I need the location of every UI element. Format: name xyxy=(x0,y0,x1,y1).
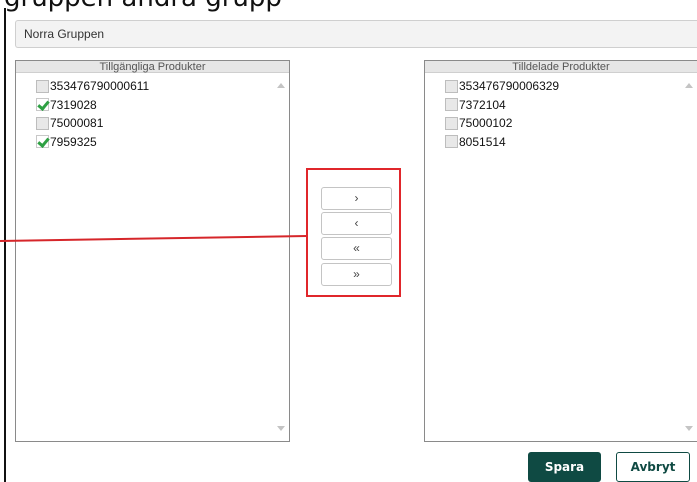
product-label: 353476790000611 xyxy=(50,79,150,94)
checkbox[interactable] xyxy=(36,116,49,130)
list-item[interactable]: 75000102 xyxy=(445,114,697,133)
scroll-down-icon[interactable] xyxy=(277,426,285,431)
assigned-products-panel[interactable]: Tilldelade Produkter 353476790006329 737… xyxy=(424,60,697,442)
scroll-up-icon[interactable] xyxy=(277,83,285,88)
available-products-header: Tillgängliga Produkter xyxy=(16,61,289,73)
cancel-button[interactable]: Avbryt xyxy=(616,452,690,482)
checkbox[interactable] xyxy=(445,116,458,130)
checkbox-checked[interactable] xyxy=(36,135,49,149)
product-label: 8051514 xyxy=(459,134,506,149)
checkbox-checked[interactable] xyxy=(36,98,49,112)
group-name-field[interactable]: Norra Gruppen xyxy=(15,20,697,48)
move-right-button[interactable]: › xyxy=(321,187,392,210)
move-all-left-button[interactable]: « xyxy=(321,237,392,260)
available-products-panel[interactable]: Tillgängliga Produkter 353476790000611 7… xyxy=(15,60,290,442)
product-label: 75000102 xyxy=(459,116,513,131)
dialog-left-border xyxy=(4,8,6,482)
checkbox[interactable] xyxy=(445,79,458,93)
list-item[interactable]: 353476790000611 xyxy=(36,77,289,96)
list-item[interactable]: 8051514 xyxy=(445,133,697,152)
available-products-list: 353476790000611 7319028 75000081 7959325 xyxy=(16,73,289,151)
page-heading: gruppen ändra grupp xyxy=(0,0,697,12)
checkbox[interactable] xyxy=(36,79,49,93)
list-item[interactable]: 75000081 xyxy=(36,114,289,133)
save-button[interactable]: Spara xyxy=(528,452,601,482)
move-all-right-button[interactable]: » xyxy=(321,263,392,286)
scroll-up-icon[interactable] xyxy=(685,83,693,88)
product-label: 75000081 xyxy=(50,116,104,131)
checkbox[interactable] xyxy=(445,135,458,149)
assigned-products-list: 353476790006329 7372104 75000102 8051514 xyxy=(425,73,697,151)
list-item[interactable]: 7372104 xyxy=(445,96,697,115)
list-item[interactable]: 7319028 xyxy=(36,96,289,115)
assigned-products-header: Tilldelade Produkter xyxy=(425,61,697,73)
scroll-down-icon[interactable] xyxy=(685,426,693,431)
move-left-button[interactable]: ‹ xyxy=(321,212,392,235)
list-item[interactable]: 7959325 xyxy=(36,133,289,152)
list-item[interactable]: 353476790006329 xyxy=(445,77,697,96)
product-label: 7959325 xyxy=(50,134,97,149)
product-label: 353476790006329 xyxy=(459,79,560,94)
product-label: 7319028 xyxy=(50,97,97,112)
checkbox[interactable] xyxy=(445,98,458,112)
product-label: 7372104 xyxy=(459,97,506,112)
